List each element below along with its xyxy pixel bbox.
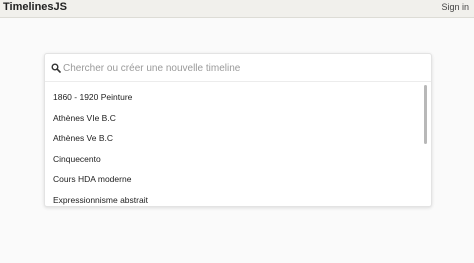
timeline-list-item[interactable]: 1860 - 1920 Peinture	[45, 87, 423, 108]
search-bar	[45, 54, 431, 82]
timeline-list-item[interactable]: Expressionnisme abstrait	[45, 190, 423, 207]
timeline-list-item[interactable]: Athènes VIe B.C	[45, 108, 423, 129]
timeline-list-item[interactable]: Cinquecento	[45, 149, 423, 170]
top-bar: TimelinesJS Sign in	[0, 0, 474, 18]
app-title: TimelinesJS	[3, 1, 67, 13]
scrollbar-thumb[interactable]	[424, 85, 427, 144]
timeline-search-dropdown: 1860 - 1920 Peinture Athènes VIe B.C Ath…	[44, 53, 432, 207]
timeline-list-item[interactable]: Athènes Ve B.C	[45, 128, 423, 149]
list-scrollbar[interactable]	[424, 84, 428, 204]
search-input[interactable]	[63, 59, 413, 77]
sign-in-link[interactable]: Sign in	[441, 2, 469, 12]
search-icon	[51, 63, 61, 73]
timeline-list: 1860 - 1920 Peinture Athènes VIe B.C Ath…	[45, 87, 423, 207]
timeline-list-item[interactable]: Cours HDA moderne	[45, 169, 423, 190]
